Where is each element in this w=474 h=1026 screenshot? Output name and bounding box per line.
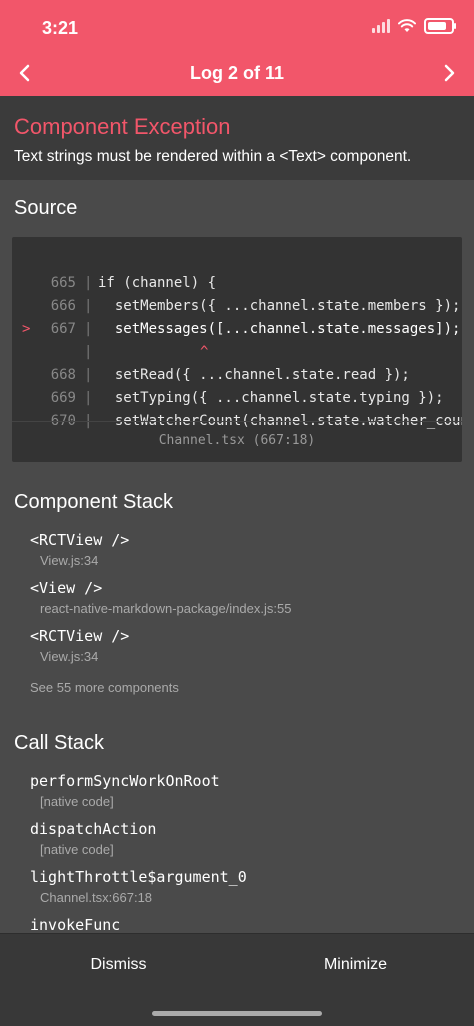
code-line: 668 | setRead({ ...channel.state.read }); xyxy=(50,367,410,383)
component-frame[interactable]: <RCTView /> View.js:34 xyxy=(30,531,129,568)
component-stack-heading: Component Stack xyxy=(14,491,173,513)
dismiss-button[interactable]: Dismiss xyxy=(0,934,237,996)
chevron-right-icon xyxy=(444,64,455,82)
source-heading: Source xyxy=(14,197,78,219)
exception-message: Text strings must be rendered within a <… xyxy=(14,148,412,165)
code-divider xyxy=(12,421,462,422)
code-line-error: >667 | setMessages([...channel.state.mess… xyxy=(12,295,462,337)
exception-title: Component Exception xyxy=(14,114,231,139)
call-stack-frame[interactable]: lightThrottle$argument_0 Channel.tsx:667… xyxy=(30,868,247,905)
code-line: 666 | setMembers({ ...channel.state.membe… xyxy=(50,298,461,314)
call-stack-frame[interactable]: performSyncWorkOnRoot [native code] xyxy=(30,772,220,809)
status-time: 3:21 xyxy=(42,18,79,38)
source-code-panel[interactable]: 665 | if (channel) { 666 | setMembers({ ...… xyxy=(12,237,462,462)
see-more-components-link[interactable]: See 55 more components xyxy=(30,680,179,695)
home-indicator xyxy=(152,1011,322,1016)
call-stack-frame[interactable]: dispatchAction [native code] xyxy=(30,820,156,857)
code-lines: 665 | if (channel) { 666 | setMembers({ ...… xyxy=(12,249,462,429)
component-frame[interactable]: <View /> react-native-markdown-package/i… xyxy=(30,579,291,616)
call-stack-heading: Call Stack xyxy=(14,732,105,754)
code-line-caret: | ^ xyxy=(12,318,462,360)
code-line: 670 | setWatcherCount(channel.state.watch… xyxy=(50,413,462,429)
log-navigation: Log 2 of 11 xyxy=(0,50,474,96)
code-line: 665 | if (channel) { xyxy=(50,275,217,291)
wifi-icon xyxy=(398,19,416,32)
chevron-left-icon xyxy=(19,64,30,82)
signal-icon xyxy=(372,19,390,33)
previous-log-button[interactable] xyxy=(0,50,50,96)
battery-icon xyxy=(424,18,456,34)
status-icons xyxy=(372,18,456,34)
component-frame[interactable]: <RCTView /> View.js:34 xyxy=(30,627,129,664)
log-counter-title: Log 2 of 11 xyxy=(189,62,285,83)
code-line: 669 | setTyping({ ...channel.state.typing… xyxy=(50,390,444,406)
source-file-location: Channel.tsx (667:18) xyxy=(158,433,316,448)
next-log-button[interactable] xyxy=(424,50,474,96)
minimize-button[interactable]: Minimize xyxy=(237,934,474,996)
status-bar: 3:21 xyxy=(0,0,474,50)
